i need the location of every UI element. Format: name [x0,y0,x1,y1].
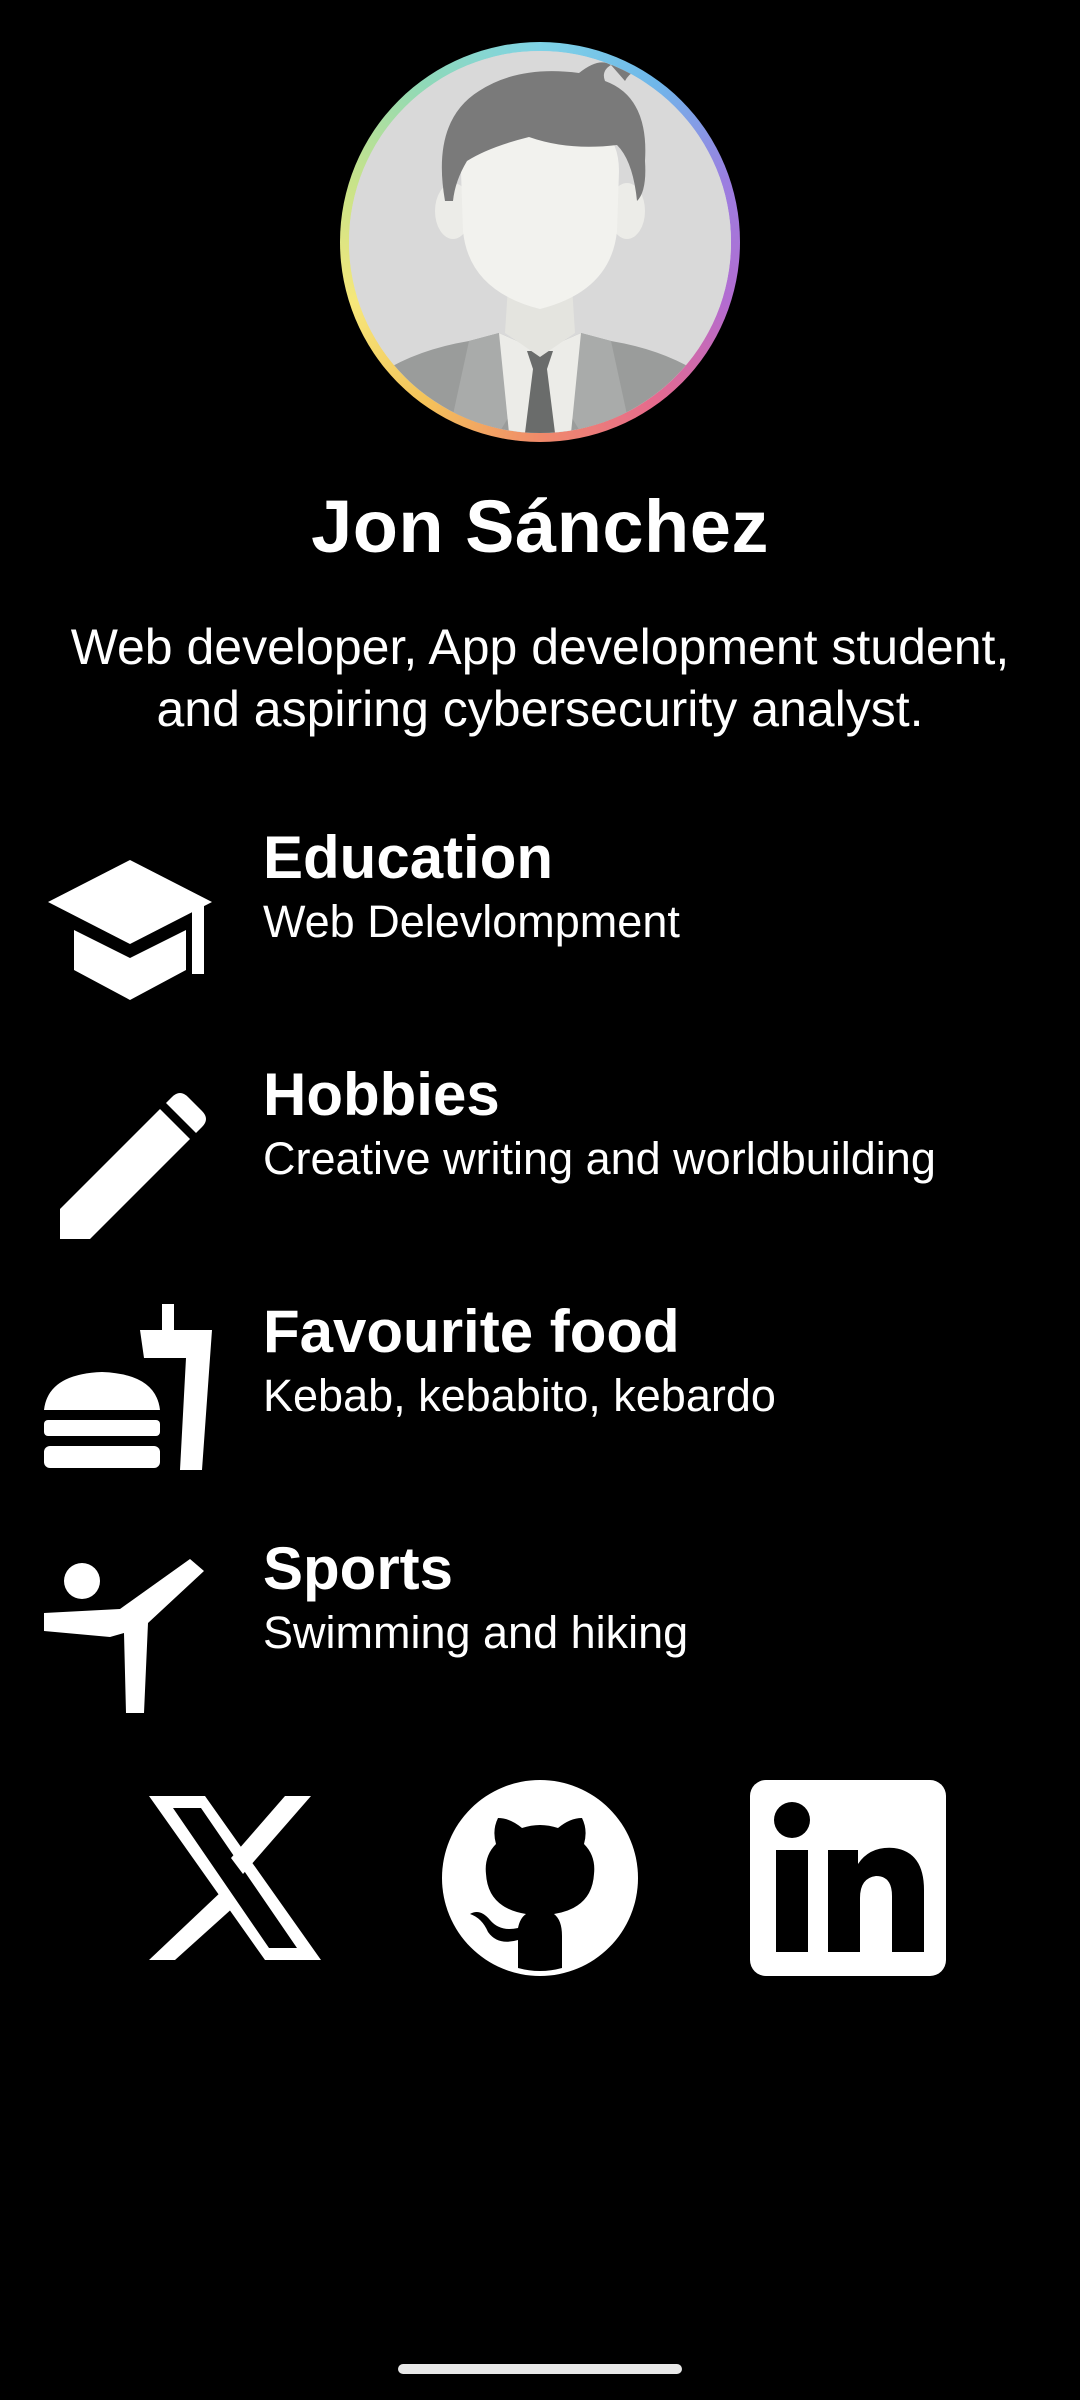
info-subtitle-sports: Swimming and hiking [263,1607,689,1658]
info-title-education: Education [263,824,554,891]
bio-line-2: and aspiring cybersecurity analyst. [156,681,924,737]
profile-name: Jon Sánchez [311,485,769,568]
linkedin-logo-icon[interactable] [748,1778,948,1978]
info-item-education: Education Web Delevlompment [0,822,1080,1012]
info-item-hobbies: Hobbies Creative writing and worldbuildi… [0,1059,1080,1249]
profile-bio: Web developer, App development student, … [40,616,1040,740]
info-item-favourite-food: Favourite food Kebab, kebabito, kebardo [0,1296,1080,1486]
info-title-sports: Sports [263,1535,454,1602]
home-indicator[interactable] [398,2364,682,2374]
info-item-sports: Sports Swimming and hiking [0,1533,1080,1723]
avatar-image [349,51,731,433]
person-avatar-icon [349,51,731,433]
info-subtitle-hobbies: Creative writing and worldbuilding [263,1133,936,1184]
github-logo-icon[interactable] [440,1778,640,1978]
info-title-favourite-food: Favourite food [263,1298,680,1365]
info-title-hobbies: Hobbies [263,1061,500,1128]
graduation-cap-icon [40,838,220,1018]
fastfood-icon [40,1300,220,1480]
x-logo-icon[interactable] [135,1778,335,1978]
avatar [340,42,740,442]
bio-line-1: Web developer, App development student, [70,619,1010,675]
info-subtitle-education: Web Delevlompment [263,896,680,947]
pencil-icon [40,1079,220,1259]
sports-martial-arts-icon [40,1553,220,1733]
info-subtitle-favourite-food: Kebab, kebabito, kebardo [263,1370,776,1421]
